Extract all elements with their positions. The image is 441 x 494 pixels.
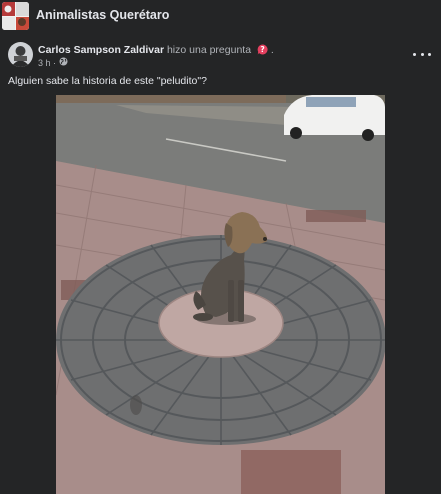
post-time[interactable]: 3 h · <box>38 58 56 68</box>
author-avatar[interactable] <box>8 42 33 67</box>
post-photo[interactable] <box>56 95 385 494</box>
svg-text:?: ? <box>260 45 264 54</box>
more-dots-icon[interactable] <box>413 49 431 59</box>
dog-statue-photo <box>56 95 385 494</box>
post-text: Alguien sabe la historia de este "peludi… <box>8 75 207 87</box>
question-bubble-icon: ? <box>257 44 268 58</box>
group-thumbnail[interactable] <box>2 2 29 30</box>
globe-icon <box>59 57 68 68</box>
trailing-dot: . <box>270 44 274 56</box>
white-car <box>284 95 385 141</box>
post-action: hizo una pregunta <box>166 44 252 56</box>
post-meta: 3 h · <box>38 57 68 68</box>
author-name[interactable]: Carlos Sampson Zaldivar <box>38 44 164 56</box>
author-line: Carlos Sampson Zaldivar hizo una pregunt… <box>38 44 274 58</box>
group-header: Animalistas Querétaro <box>0 0 441 34</box>
group-name[interactable]: Animalistas Querétaro <box>36 8 169 22</box>
